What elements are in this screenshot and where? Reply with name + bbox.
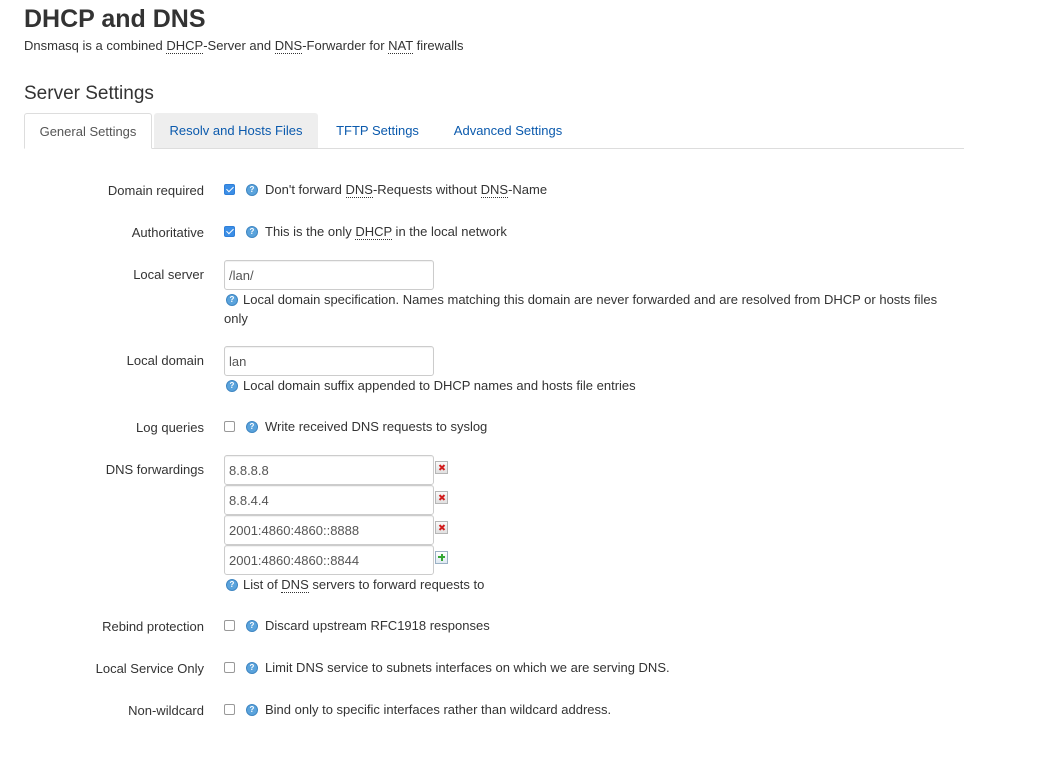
help-icon: ? (246, 184, 258, 196)
add-icon[interactable] (435, 551, 448, 564)
local-domain-input[interactable] (224, 346, 434, 376)
dns-forwarding-input-2[interactable] (224, 485, 434, 515)
help-icon: ? (246, 421, 258, 433)
abbr-nat: NAT (388, 38, 413, 54)
help-icon: ? (226, 579, 238, 591)
desc-authoritative: This is the only DHCP in the local netwo… (265, 224, 507, 240)
checkbox-non-wildcard[interactable] (224, 704, 235, 715)
label-local-server: Local server (133, 267, 204, 282)
page-title: DHCP and DNS (24, 5, 206, 33)
desc-dns-forwardings: List of DNS servers to forward requests … (243, 577, 485, 593)
tab-tftp-settings[interactable]: TFTP Settings (324, 113, 431, 148)
desc-local-server: Local domain specification. Names matchi… (224, 292, 938, 326)
label-authoritative: Authoritative (131, 225, 204, 240)
checkbox-domain-required[interactable] (224, 184, 235, 195)
abbr-dns: DNS (274, 38, 303, 54)
desc-rebind-protection: Discard upstream RFC1918 responses (265, 618, 490, 633)
dns-forwarding-input-3[interactable] (224, 515, 434, 545)
help-icon: ? (246, 704, 258, 716)
label-local-service-only: Local Service Only (95, 661, 204, 676)
section-title: Server Settings (24, 83, 154, 104)
desc-log-queries: Write received DNS requests to syslog (265, 419, 488, 434)
help-icon: ? (246, 620, 258, 632)
label-rebind-protection: Rebind protection (102, 619, 204, 634)
tab-advanced-settings[interactable]: Advanced Settings (439, 113, 577, 148)
desc-local-domain: Local domain suffix appended to DHCP nam… (243, 378, 636, 393)
label-log-queries: Log queries (136, 420, 204, 435)
remove-icon[interactable] (435, 521, 448, 534)
local-server-input[interactable] (224, 260, 434, 290)
dns-forwarding-input-1[interactable] (224, 455, 434, 485)
checkbox-local-service-only[interactable] (224, 662, 235, 673)
checkbox-authoritative[interactable] (224, 226, 235, 237)
help-icon: ? (246, 662, 258, 674)
remove-icon[interactable] (435, 461, 448, 474)
desc-domain-required: Don't forward DNS-Requests without DNS-N… (265, 182, 548, 198)
desc-local-service-only: Limit DNS service to subnets interfaces … (265, 660, 670, 675)
help-icon: ? (226, 380, 238, 392)
dns-forwarding-input-4[interactable] (224, 545, 434, 575)
checkbox-rebind-protection[interactable] (224, 620, 235, 631)
label-dns-forwardings: DNS forwardings (105, 462, 204, 477)
label-domain-required: Domain required (107, 183, 204, 198)
desc-non-wildcard: Bind only to specific interfaces rather … (265, 702, 612, 717)
remove-icon[interactable] (435, 491, 448, 504)
tab-resolv-hosts-files[interactable]: Resolv and Hosts Files (154, 113, 318, 148)
tab-bar: General Settings Resolv and Hosts Files … (24, 113, 964, 149)
label-local-domain: Local domain (126, 353, 204, 368)
checkbox-log-queries[interactable] (224, 421, 235, 432)
abbr-dhcp: DHCP (166, 38, 204, 54)
tab-general-settings[interactable]: General Settings (24, 113, 152, 149)
label-non-wildcard: Non-wildcard (128, 703, 204, 718)
page-description: Dnsmasq is a combined DHCP-Server and DN… (24, 38, 464, 54)
help-icon: ? (246, 226, 258, 238)
